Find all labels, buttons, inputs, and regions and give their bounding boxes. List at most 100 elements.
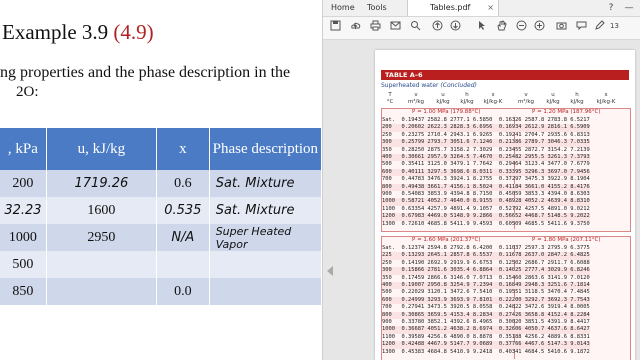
table-row: 200 1719.26 0.6 Sat. Mixture <box>0 170 322 197</box>
page-number-field[interactable]: 13 <box>610 22 619 30</box>
cell-energy: 1600 <box>46 197 157 224</box>
col-head-h-right: h kJ/kg <box>565 92 589 106</box>
table-row: 500 <box>0 251 322 278</box>
cell-pressure: 32.23 <box>0 197 47 224</box>
steam-table-row: 1000 0.36687 4051.2 4638.2 8.6974 0.3260… <box>382 326 590 334</box>
document-tab[interactable]: Tables.pdf × <box>407 0 499 16</box>
steam-table-row: 700 0.44783 3476.3 3924.1 8.2755 0.37297… <box>382 176 590 183</box>
comment-icon[interactable] <box>573 20 589 36</box>
steam-table-row: 800 0.30865 3659.5 4153.4 8.2834 0.27426… <box>382 311 590 320</box>
cell-energy <box>46 251 157 278</box>
table-subtitle-text: Superheated water <box>381 82 439 89</box>
upload-arrow-icon[interactable] <box>429 20 445 36</box>
cell-phase: Sat. Mixture <box>209 197 322 224</box>
cell-quality: 0.6 <box>156 170 210 197</box>
download-arrow-icon[interactable] <box>447 20 463 36</box>
steam-table-row: 1200 0.42488 4467.9 5147.7 9.0689 0.3776… <box>382 341 590 349</box>
slide-title-main: Example 3.9 <box>2 20 109 44</box>
nav-home[interactable]: Home <box>331 0 355 16</box>
steam-table-row: 600 0.40111 3297.5 3698.6 8.0311 0.33395… <box>382 168 590 177</box>
steam-table-row: 900 0.33780 3852.1 4392.6 8.4965 0.30020… <box>382 319 590 326</box>
cell-phase <box>209 251 322 278</box>
cell-energy: 2950 <box>46 224 157 251</box>
table-header-row: , kPa u, kJ/kg x Phase description <box>0 128 322 170</box>
viewer-titlebar: Home Tools Tables.pdf × ? — <box>323 0 640 17</box>
steam-table-row: 500 0.22029 3120.1 3472.6 7.5410 0.19551… <box>382 289 590 296</box>
document-tab-label: Tables.pdf <box>430 3 471 12</box>
cell-pressure: 1000 <box>0 224 47 251</box>
save-icon[interactable] <box>327 20 343 36</box>
header-quality: x <box>156 128 210 170</box>
steam-table-row: 300 0.25799 2793.7 3051.6 7.1246 0.21386… <box>382 139 590 147</box>
table-title-bar: TABLE A–6 <box>381 70 629 80</box>
viewer-toolbar: 13 <box>323 17 640 40</box>
header-pressure: , kPa <box>0 128 47 170</box>
col-head-h-right-text: h kJ/kg <box>570 92 584 105</box>
search-icon[interactable] <box>407 20 423 36</box>
block-2-right-label: P = 1.80 MPa (207.11°C) <box>532 237 601 243</box>
pressure-block-2: P = 1.60 MPa (201.37°C) P = 1.80 MPa (20… <box>381 236 631 360</box>
col-head-s: s kJ/kg·K <box>479 92 507 106</box>
cell-phase: Sat. Mixture <box>209 170 322 197</box>
table-row: 32.23 1600 0.535 Sat. Mixture <box>0 197 322 224</box>
cell-phase: Super Heated Vapor <box>209 224 322 251</box>
cell-quality <box>156 251 210 278</box>
steam-table-row: 800 0.49438 3661.7 4156.1 8.5024 0.41184… <box>382 183 590 192</box>
steam-table-row: Sat. 0.12374 2594.8 2792.8 6.4200 0.1103… <box>382 245 590 251</box>
steam-table-row: 250 0.14190 2692.9 2919.9 6.6753 0.12502… <box>382 259 590 266</box>
cursor-icon[interactable] <box>473 20 489 36</box>
cell-pressure: 200 <box>0 170 47 197</box>
pen-icon[interactable] <box>591 20 607 36</box>
email-icon[interactable] <box>387 20 403 36</box>
steam-table-row: 1000 0.58721 4052.7 4640.0 8.9155 0.4892… <box>382 198 590 206</box>
steam-table-row: 250 0.23275 2710.4 2943.1 6.9265 0.19241… <box>382 131 590 138</box>
cell-energy: 1719.26 <box>46 170 157 197</box>
slide-pane: Example 3.9 (4.9) ng properties and the … <box>0 0 322 360</box>
minimize-icon[interactable]: — <box>621 0 637 16</box>
table-row: 1000 2950 N/A Super Heated Vapor <box>0 224 322 251</box>
col-head-temperature-text: T °C <box>386 92 394 105</box>
cell-quality: 0.0 <box>156 278 210 305</box>
zoom-in-icon[interactable] <box>531 20 547 36</box>
col-head-u-text: u kJ/kg <box>436 92 450 105</box>
steam-table-row: 225 0.13293 2645.1 2857.8 6.5537 0.11678… <box>382 252 590 260</box>
hand-icon[interactable] <box>493 20 509 36</box>
print-icon[interactable] <box>367 20 383 36</box>
block-2-left-label: P = 1.60 MPa (201.37°C) <box>412 237 481 243</box>
pdf-viewer: Home Tools Tables.pdf × ? — 13 TABLE A–6… <box>322 0 640 360</box>
block-1-rows: Sat. 0.19437 2582.8 2777.1 6.5850 0.1632… <box>382 117 590 228</box>
block-2-rows: Sat. 0.12374 2594.8 2792.8 6.4200 0.1103… <box>382 245 590 356</box>
steam-table-row: 1100 0.39589 4256.6 4890.0 8.8878 0.3518… <box>382 333 590 340</box>
cell-quality: N/A <box>156 224 210 251</box>
header-energy: u, kJ/kg <box>46 128 157 170</box>
camera-icon[interactable] <box>553 20 569 36</box>
document-area[interactable]: TABLE A–6 Superheated water (Concluded) … <box>323 40 640 360</box>
steam-table-row: 1200 0.67983 4469.0 5148.9 9.2866 0.5665… <box>382 213 590 221</box>
steam-table-row: Sat. 0.19437 2582.8 2777.1 6.5850 0.1632… <box>382 117 590 123</box>
steam-table-row: 200 0.20602 2622.3 2828.3 6.6956 0.16934… <box>382 124 590 132</box>
close-tab-icon[interactable]: × <box>487 0 494 16</box>
steam-table-row: 1300 0.45383 4684.8 5410.9 9.2418 0.4034… <box>382 348 590 355</box>
table-subtitle-note: (Concluded) <box>440 82 477 89</box>
help-icon[interactable]: ? <box>603 0 619 16</box>
zoom-out-icon[interactable] <box>513 20 529 36</box>
cell-phase <box>209 278 322 305</box>
pressure-block-1: P = 1.00 MPa (179.88°C) P = 1.20 MPa (18… <box>381 108 631 232</box>
nav-tools[interactable]: Tools <box>367 0 387 16</box>
col-head-u: u kJ/kg <box>431 92 455 106</box>
steam-table-row: 1300 0.72610 4685.8 5411.9 9.4593 0.6050… <box>382 220 590 227</box>
cell-quality: 0.535 <box>156 197 210 224</box>
block-1-left-label: P = 1.00 MPa (179.88°C) <box>412 109 481 115</box>
slide-subtitle-line2: 2O: <box>16 84 39 100</box>
block-1-right-label: P = 1.20 MPa (187.96°C) <box>532 109 601 115</box>
collapse-panel-icon[interactable] <box>327 266 333 276</box>
col-head-u-right: u kJ/kg <box>541 92 565 106</box>
steam-table-row: 500 0.35411 3125.0 3479.1 7.7642 0.29464… <box>382 161 590 168</box>
table-subtitle: Superheated water (Concluded) <box>381 82 477 89</box>
steam-table-row: 400 0.30661 2957.9 3264.5 7.4670 0.25482… <box>382 154 590 162</box>
steam-table-row: 300 0.15866 2781.6 3035.4 6.8864 0.14025… <box>382 267 590 275</box>
upload-icon[interactable] <box>347 20 363 36</box>
col-head-s-text: s kJ/kg·K <box>483 92 503 105</box>
steam-table-row: 400 0.19007 2950.8 3254.9 7.2394 0.16849… <box>382 282 590 290</box>
header-phase: Phase description <box>209 128 322 170</box>
